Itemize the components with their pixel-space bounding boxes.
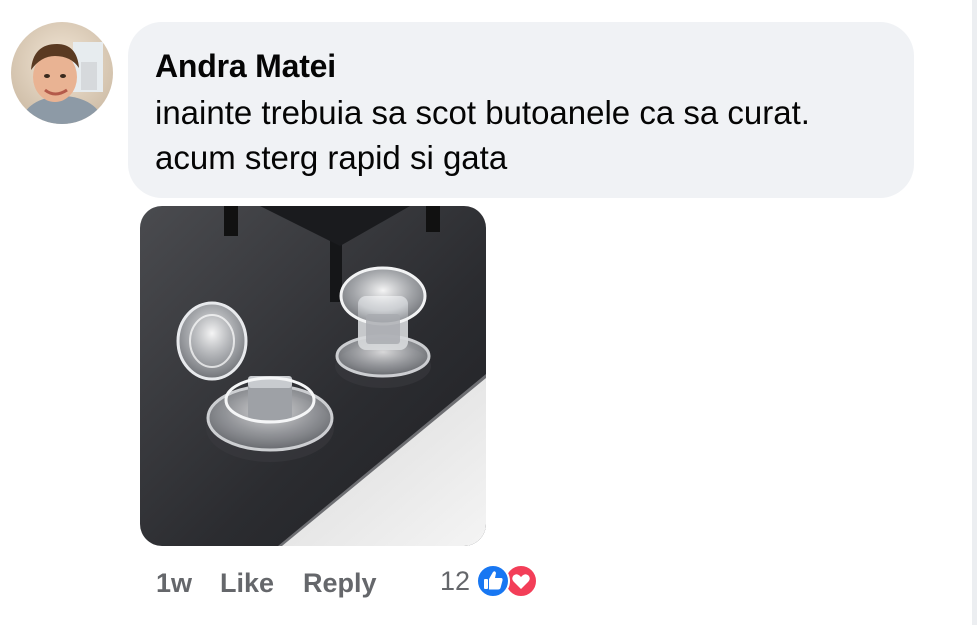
comment-bubble: Andra Matei inainte trebuia sa scot buto… <box>128 22 914 198</box>
like-button[interactable]: Like <box>220 563 274 603</box>
scrollbar-track <box>972 0 977 625</box>
reply-button[interactable]: Reply <box>303 563 377 603</box>
reaction-count: 12 <box>440 566 471 596</box>
avatar[interactable] <box>11 22 113 124</box>
profile-photo-icon <box>11 22 113 124</box>
like-reaction-icon <box>476 564 510 598</box>
comment-author[interactable]: Andra Matei <box>155 44 887 88</box>
stove-knob-covers-photo-icon <box>140 206 486 546</box>
comment-text: inainte trebuia sa scot butoanele ca sa … <box>155 94 810 176</box>
comment-timestamp[interactable]: 1w <box>156 563 192 603</box>
comment-attachment-photo[interactable] <box>140 206 486 546</box>
